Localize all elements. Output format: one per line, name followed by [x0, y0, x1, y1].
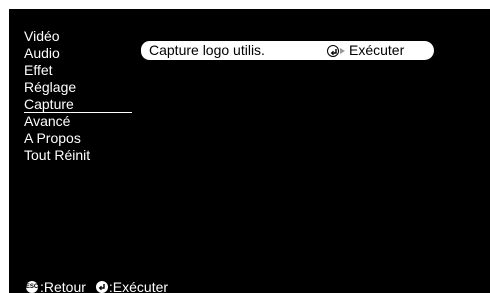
menu-item-a-propos[interactable]: A Propos — [24, 130, 134, 147]
menu-item-video[interactable]: Vidéo — [24, 28, 134, 45]
menu-item-audio[interactable]: Audio — [24, 45, 134, 62]
execute-hint-label: :Exécuter — [108, 279, 169, 293]
footer-help-bar: ESC :Retour :Exécuter — [26, 279, 168, 293]
menu-item-tout-reinit[interactable]: Tout Réinit — [24, 147, 134, 164]
capture-option-row[interactable]: Capture logo utilis. Exécuter — [141, 41, 434, 60]
menu-item-capture[interactable]: Capture — [24, 96, 132, 113]
projector-menu-screen: Vidéo Audio Effet Réglage Capture Avancé… — [9, 9, 490, 293]
menu-item-effet[interactable]: Effet — [24, 62, 134, 79]
back-hint-label: :Retour — [40, 279, 86, 293]
menu-item-reglage[interactable]: Réglage — [24, 79, 134, 96]
arrow-right-icon — [340, 47, 345, 54]
capture-logo-label: Capture logo utilis. — [149, 42, 265, 58]
menu-item-avance[interactable]: Avancé — [24, 113, 134, 130]
enter-icon — [95, 281, 108, 293]
execute-button[interactable]: Exécuter — [327, 42, 404, 59]
execute-label: Exécuter — [349, 42, 405, 58]
enter-icon — [327, 44, 339, 57]
main-menu: Vidéo Audio Effet Réglage Capture Avancé… — [24, 28, 134, 164]
esc-icon: ESC — [26, 281, 38, 293]
